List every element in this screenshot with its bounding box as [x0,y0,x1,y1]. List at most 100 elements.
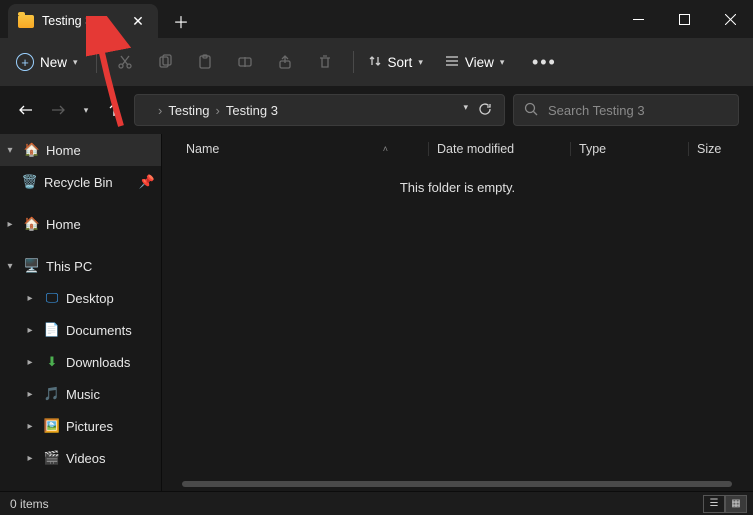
chevron-right-icon: ▸ [22,357,38,368]
horizontal-scrollbar[interactable] [162,477,753,491]
close-button[interactable] [707,0,753,38]
tree-label: Pictures [66,419,113,434]
sort-button[interactable]: Sort ▾ [364,49,427,76]
chevron-right-icon: ▸ [22,421,38,432]
tree-pictures[interactable]: ▸ 🖼️ Pictures [0,410,161,442]
view-button[interactable]: View ▾ [441,49,509,76]
column-size[interactable]: Size [688,142,721,156]
title-bar: Testing 3 ✕ ＋ [0,0,753,38]
share-button[interactable] [267,44,303,80]
search-bar[interactable] [513,94,739,126]
monitor-icon: 🖥️ [24,258,40,274]
minimize-button[interactable] [615,0,661,38]
tree-label: Documents [66,323,132,338]
chevron-down-icon: ▾ [2,145,18,156]
tree-home[interactable]: ▾ 🏠 Home [0,134,161,166]
sort-label: Sort [388,55,413,70]
documents-icon: 📄 [44,322,60,338]
window-controls [615,0,753,38]
toolbar-separator [353,51,354,73]
tree-label: Videos [66,451,106,466]
tree-downloads[interactable]: ▸ ⬇ Downloads [0,346,161,378]
chevron-right-icon: › [216,103,220,118]
maximize-button[interactable] [661,0,707,38]
tree-label: Downloads [66,355,130,370]
empty-folder-message: This folder is empty. [162,180,753,195]
chevron-right-icon: ▸ [22,453,38,464]
videos-icon: 🎬 [44,450,60,466]
view-label: View [465,55,494,70]
more-button[interactable]: ••• [526,44,562,80]
home-icon: 🏠 [24,216,40,232]
chevron-right-icon: ▸ [22,389,38,400]
chevron-right-icon: ▸ [22,325,38,336]
up-button[interactable] [102,90,126,130]
column-name[interactable]: Name ˄ [186,142,428,156]
tree-label: Music [66,387,100,402]
copy-button[interactable] [147,44,183,80]
tree-this-pc[interactable]: ▾ 🖥️ This PC [0,250,161,282]
folder-icon [141,104,156,116]
delete-button[interactable] [307,44,343,80]
tree-documents[interactable]: ▸ 📄 Documents [0,314,161,346]
downloads-icon: ⬇ [44,354,60,370]
recent-dropdown[interactable]: ▾ [78,90,94,130]
tab-close-button[interactable]: ✕ [128,11,148,31]
chevron-down-icon: ▾ [418,57,423,68]
search-input[interactable] [548,103,728,118]
grid-view-button[interactable]: ▦ [725,495,747,513]
tab-testing3[interactable]: Testing 3 ✕ [8,4,158,38]
new-label: New [40,55,67,70]
sort-indicator-icon: ˄ [383,144,428,154]
navigation-pane[interactable]: ▾ 🏠 Home 🗑️ Recycle Bin 📌 ▸ 🏠 Home ▾ 🖥️ … [0,134,162,491]
status-item-count: 0 items [10,497,49,511]
back-button[interactable] [14,90,38,130]
tree-videos[interactable]: ▸ 🎬 Videos [0,442,161,474]
column-type[interactable]: Type [570,142,688,156]
recycle-icon: 🗑️ [22,174,38,190]
new-tab-button[interactable]: ＋ [164,4,198,38]
tab-title: Testing 3 [42,14,92,28]
tree-label: Recycle Bin [44,175,113,190]
sort-icon [368,54,382,71]
music-icon: 🎵 [44,386,60,402]
main-area: ▾ 🏠 Home 🗑️ Recycle Bin 📌 ▸ 🏠 Home ▾ 🖥️ … [0,134,753,491]
pictures-icon: 🖼️ [44,418,60,434]
details-view-button[interactable]: ☰ [703,495,725,513]
refresh-button[interactable] [478,102,492,119]
status-bar: 0 items ☰ ▦ [0,491,753,515]
tree-label: Home [46,217,81,232]
desktop-icon: 🖵 [44,290,60,306]
chevron-down-icon: ▾ [73,57,78,68]
chevron-right-icon: ▸ [22,293,38,304]
view-toggles: ☰ ▦ [703,495,747,513]
rename-button[interactable] [227,44,263,80]
content-area: Name ˄ Date modified Type Size This fold… [162,134,753,491]
pin-icon: 📌 [139,174,155,190]
paste-button[interactable] [187,44,223,80]
forward-button[interactable] [46,90,70,130]
column-date[interactable]: Date modified [428,142,570,156]
tree-label: Desktop [66,291,114,306]
toolbar-separator [96,51,97,73]
chevron-right-icon: › [158,103,162,118]
plus-icon: + [16,53,34,71]
search-icon [524,102,538,119]
new-button[interactable]: + New ▾ [10,48,86,76]
view-icon [445,54,459,71]
address-bar[interactable]: › Testing › Testing 3 ▾ [134,94,505,126]
tree-recycle-bin[interactable]: 🗑️ Recycle Bin 📌 [0,166,161,198]
tree-music[interactable]: ▸ 🎵 Music [0,378,161,410]
tree-home2[interactable]: ▸ 🏠 Home [0,208,161,240]
chevron-down-icon: ▾ [500,57,505,68]
breadcrumb-testing[interactable]: Testing [164,103,213,118]
address-row: ▾ › Testing › Testing 3 ▾ [0,86,753,134]
tree-label: Home [46,143,81,158]
scrollbar-thumb[interactable] [182,481,732,487]
tree-desktop[interactable]: ▸ 🖵 Desktop [0,282,161,314]
chevron-down-icon[interactable]: ▾ [463,102,468,119]
cut-button[interactable] [107,44,143,80]
home-icon: 🏠 [24,142,40,158]
chevron-right-icon: ▸ [2,219,18,230]
breadcrumb-testing3[interactable]: Testing 3 [222,103,282,118]
